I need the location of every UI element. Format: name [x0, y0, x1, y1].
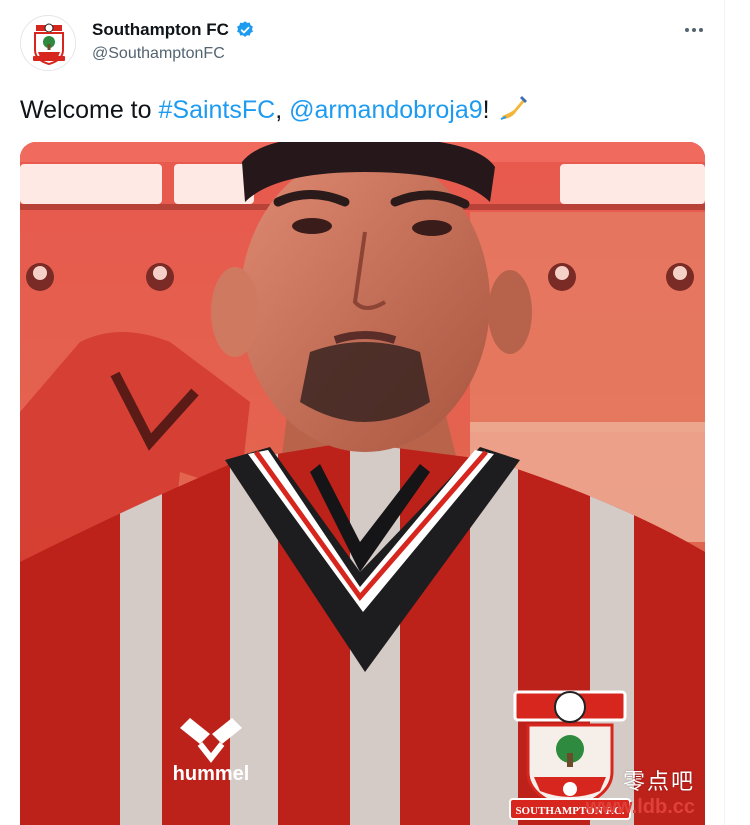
- author-handle[interactable]: @SouthamptonFC: [92, 45, 225, 63]
- mention-link[interactable]: @armandobroja9: [289, 96, 483, 124]
- svg-text:hummel: hummel: [173, 763, 250, 785]
- watermark-url: www.ldb.cc: [585, 796, 695, 818]
- verified-badge-icon: [237, 21, 253, 37]
- watermark: 零点吧 www.ldb.cc: [586, 764, 695, 819]
- hashtag-link[interactable]: #SaintsFC: [158, 96, 275, 124]
- author-name-row[interactable]: Southampton FC: [92, 20, 255, 40]
- tweet-text-prefix: Welcome to: [20, 96, 159, 124]
- avatar[interactable]: [20, 15, 76, 71]
- tweet-card: Southampton FC @SouthamptonFC Welcome to…: [0, 0, 730, 825]
- watermark-cn: 零点吧: [622, 770, 695, 795]
- tweet-text-suffix: !: [482, 96, 490, 124]
- tweet-text: Welcome to #SaintsFC, @armandobroja9!: [20, 92, 528, 131]
- tweet-text-separator: ,: [275, 96, 290, 124]
- more-options-button[interactable]: [680, 16, 708, 44]
- tweet-media-image[interactable]: hummel SOUTHAMPTON F.C. 零点吧 www.ldb.cc: [20, 142, 705, 825]
- writing-hand-icon: [498, 92, 528, 131]
- author-display-name[interactable]: Southampton FC: [92, 20, 229, 40]
- column-divider: [724, 0, 725, 825]
- southampton-crest-icon: [22, 17, 75, 70]
- more-options-icon: [685, 28, 689, 32]
- player-photo: hummel SOUTHAMPTON F.C.: [20, 142, 705, 825]
